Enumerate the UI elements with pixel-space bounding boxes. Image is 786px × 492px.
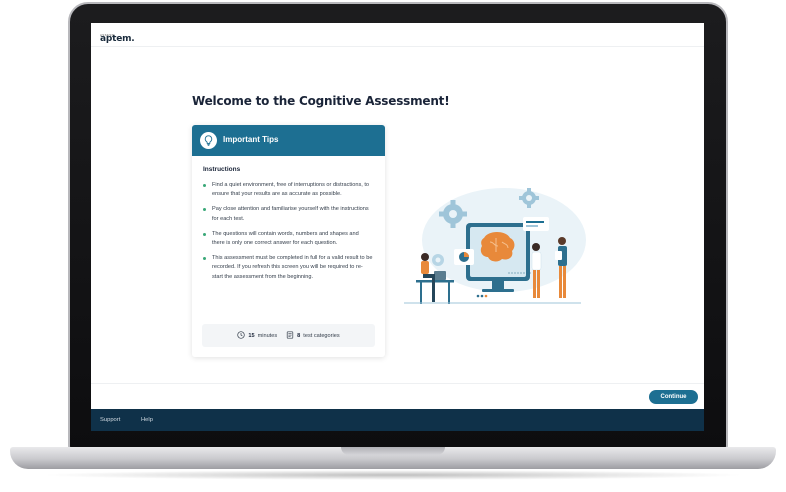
support-link[interactable]: Support xyxy=(100,417,120,423)
tip-text: Find a quiet environment, free of interr… xyxy=(212,182,370,198)
footer-divider xyxy=(91,383,704,384)
bullet-icon xyxy=(203,257,206,261)
assessment-meta: 15 minutes 8 test categories xyxy=(202,324,375,347)
gear-icon xyxy=(432,254,444,266)
document-icon xyxy=(286,330,294,341)
logo-subtext: ASSESS xyxy=(100,33,114,37)
footer-bar: Support Help xyxy=(91,409,704,431)
list-item: The questions will contain words, number… xyxy=(203,230,373,248)
bullet-icon xyxy=(203,232,206,236)
tip-text: Pay close attention and familiarise your… xyxy=(212,206,369,222)
aptem-logo[interactable]: aptem. xyxy=(100,28,135,46)
instructions-heading: Instructions xyxy=(203,166,241,173)
continue-button[interactable]: Continue xyxy=(649,390,698,404)
laptop-notch xyxy=(341,447,445,455)
tips-list: Find a quiet environment, free of interr… xyxy=(203,181,373,288)
top-bar: aptem. ASSESS xyxy=(91,23,704,47)
lightbulb-icon xyxy=(200,132,217,149)
app-screen: aptem. ASSESS Welcome to the Cognitive A… xyxy=(91,23,704,431)
categories-meta: 8 test categories xyxy=(286,330,340,341)
tips-header: Important Tips xyxy=(192,125,385,156)
assessment-illustration xyxy=(404,188,586,304)
tips-title: Important Tips xyxy=(223,135,279,144)
page-title: Welcome to the Cognitive Assessment! xyxy=(192,94,450,108)
help-link[interactable]: Help xyxy=(141,417,153,423)
duration-unit: minutes xyxy=(257,332,278,339)
tips-card: Important Tips Instructions Find a quiet… xyxy=(192,125,385,357)
categories-value: 8 xyxy=(297,332,301,339)
list-item: This assessment must be completed in ful… xyxy=(203,254,373,282)
list-item: Pay close attention and familiarise your… xyxy=(203,205,373,223)
bullet-icon xyxy=(203,184,206,187)
tip-text: The questions will contain words, number… xyxy=(212,230,359,247)
clock-icon xyxy=(237,330,245,341)
bullet-icon xyxy=(203,208,206,212)
list-item: Find a quiet environment, free of interr… xyxy=(203,181,373,199)
duration-value: 15 xyxy=(248,332,255,339)
laptop-shadow xyxy=(40,470,746,480)
duration-meta: 15 minutes xyxy=(237,330,278,341)
tip-text: This assessment must be completed in ful… xyxy=(212,255,373,280)
categories-unit: test categories xyxy=(303,332,340,339)
